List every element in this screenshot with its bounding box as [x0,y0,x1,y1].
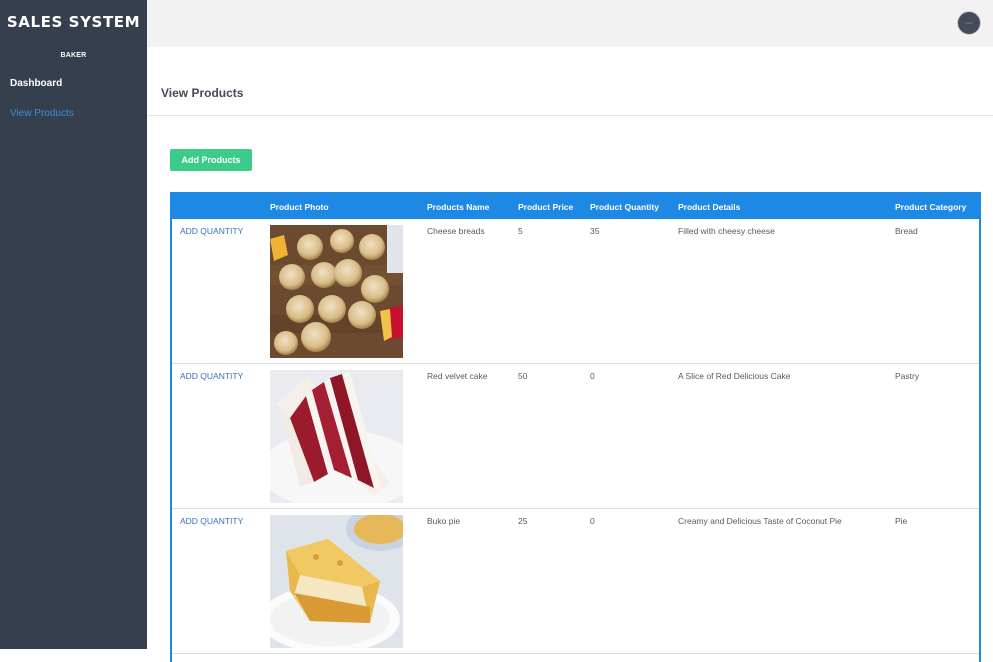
product-quantity: 0 [590,371,595,381]
table-row: ADD QUANTITY Buko pie 25 0 Creamy and De… [172,509,979,654]
user-role: BAKER [60,52,87,59]
product-price: 50 [518,371,528,381]
column-header-price: Product Price [518,202,574,212]
column-header-name: Products Name [427,202,490,212]
add-quantity-link[interactable]: ADD QUANTITY [180,226,243,236]
product-details: Filled with cheesy cheese [678,226,775,236]
buko-pie-photo [270,515,403,648]
add-quantity-link[interactable]: ADD QUANTITY [180,371,243,381]
product-name: Red velvet cake [427,371,488,381]
product-category: Bread [895,226,918,236]
product-quantity: 35 [590,226,600,236]
column-header-details: Product Details [678,202,741,212]
table-row: ADD QUANTITY Red velvet cake 50 0 A Slic… [172,364,979,509]
sidebar: SALES SYSTEM BAKER Dashboard View Produc… [0,0,147,649]
products-table: Product Photo Products Name Product Pric… [170,192,981,662]
avatar[interactable] [957,11,981,35]
column-header-quantity: Product Quantity [590,202,659,212]
product-details: A Slice of Red Delicious Cake [678,371,791,381]
divider [147,115,993,116]
add-quantity-link[interactable]: ADD QUANTITY [180,516,243,526]
red-velvet-cake-photo [270,370,403,503]
add-products-button[interactable]: Add Products [170,149,252,171]
product-price: 5 [518,226,523,236]
sidebar-item-dashboard[interactable]: Dashboard [10,78,62,89]
product-category: Pastry [895,371,920,381]
product-quantity: 0 [590,516,595,526]
table-header: Product Photo Products Name Product Pric… [172,194,979,219]
table-row: ADD QUANTITY Cheese breads 5 35 Filled w… [172,219,979,364]
product-category: Pie [895,516,908,526]
product-name: Cheese breads [427,226,485,236]
product-details: Creamy and Delicious Taste of Coconut Pi… [678,516,842,526]
sidebar-item-view-products[interactable]: View Products [10,108,74,119]
product-price: 25 [518,516,528,526]
page-title: View Products [161,86,244,100]
product-name: Buko pie [427,516,461,526]
column-header-category: Product Category [895,202,967,212]
column-header-photo: Product Photo [270,202,329,212]
app-brand: SALES SYSTEM [6,13,141,31]
top-bar [147,0,993,47]
cheese-breads-photo [270,225,403,358]
